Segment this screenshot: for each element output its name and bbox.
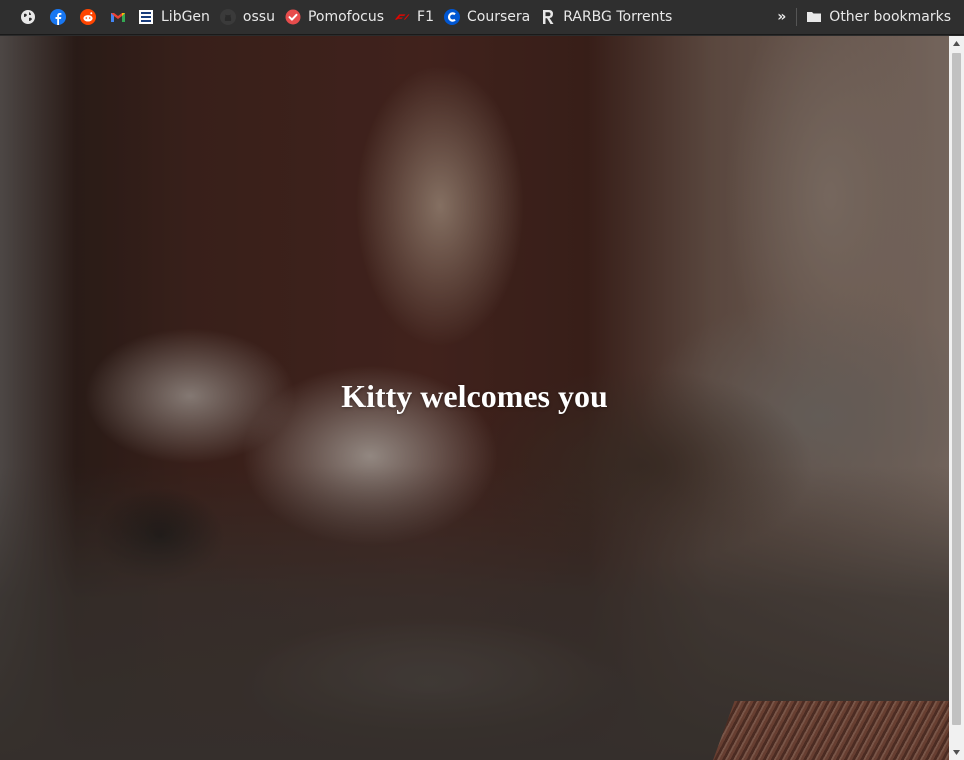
- folder-icon: [806, 9, 822, 25]
- bookmark-ossu[interactable]: ossu: [215, 3, 280, 31]
- gmail-icon: [110, 9, 126, 25]
- scroll-up-arrow[interactable]: [949, 36, 964, 51]
- bookmark-coursera[interactable]: Coursera: [439, 3, 535, 31]
- bookmarks-bar: LibGen ossu Pomofocus F1 Coursera RARBG …: [0, 0, 964, 35]
- bookmark-globe[interactable]: [13, 3, 43, 31]
- globe-icon: [20, 9, 36, 25]
- page-title: Kitty welcomes you: [341, 378, 608, 414]
- scroll-thumb[interactable]: [952, 53, 961, 725]
- bookmark-label: F1: [417, 9, 434, 25]
- bookmark-reddit[interactable]: [73, 3, 103, 31]
- f1-icon: [394, 9, 410, 25]
- bookmarks-divider: [796, 8, 798, 26]
- bookmark-label: Coursera: [467, 9, 531, 25]
- libgen-icon: [138, 9, 154, 25]
- bookmark-label: LibGen: [161, 9, 210, 25]
- bookmark-facebook[interactable]: [43, 3, 73, 31]
- bookmark-gmail[interactable]: [103, 3, 133, 31]
- bookmark-label: ossu: [242, 9, 275, 25]
- rarbg-icon: [540, 9, 557, 25]
- bookmarks-overflow-button[interactable]: »: [769, 9, 794, 25]
- bookmark-f1[interactable]: F1: [389, 3, 439, 31]
- bookmark-rarbg[interactable]: RARBG Torrents: [535, 3, 677, 31]
- bookmark-pomofocus[interactable]: Pomofocus: [280, 3, 389, 31]
- coursera-icon: [444, 9, 460, 25]
- reddit-icon: [80, 9, 96, 25]
- pomofocus-icon: [285, 9, 301, 25]
- page-viewport: Kitty welcomes you: [0, 36, 949, 760]
- github-icon: [219, 9, 236, 25]
- scroll-down-arrow[interactable]: [949, 745, 964, 760]
- other-bookmarks-folder[interactable]: Other bookmarks: [801, 3, 956, 31]
- vertical-scrollbar[interactable]: [949, 36, 964, 760]
- facebook-icon: [50, 9, 66, 25]
- bookmark-libgen[interactable]: LibGen: [133, 3, 215, 31]
- bookmark-label: Pomofocus: [307, 9, 385, 25]
- other-bookmarks-label: Other bookmarks: [829, 9, 951, 25]
- bookmark-label: RARBG Torrents: [563, 9, 673, 25]
